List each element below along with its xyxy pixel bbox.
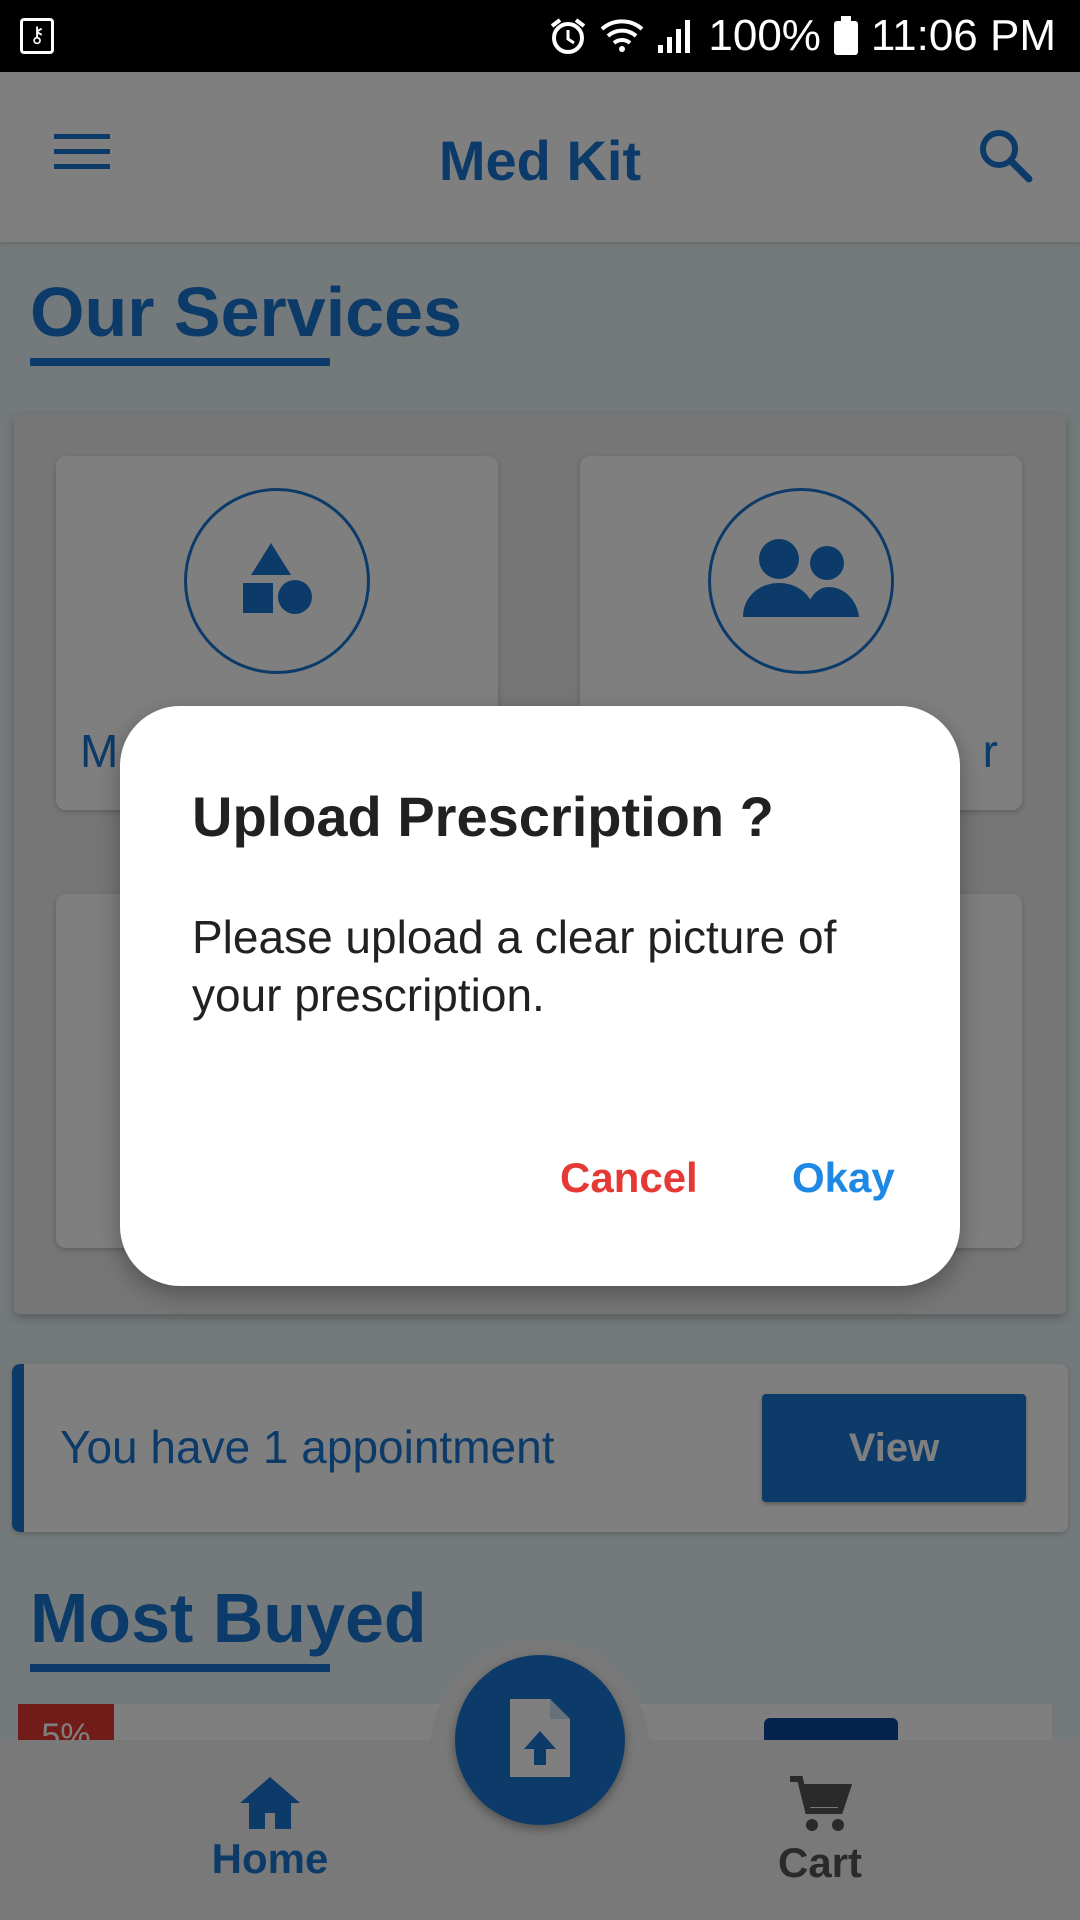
upload-prescription-dialog: Upload Prescription ? Please upload a cl… <box>120 706 960 1286</box>
wifi-icon <box>600 17 644 55</box>
status-time: 11:06 PM <box>870 11 1056 60</box>
battery-icon <box>833 16 859 56</box>
cancel-button[interactable]: Cancel <box>560 1154 698 1202</box>
dialog-message: Please upload a clear picture of your pr… <box>192 911 837 1021</box>
okay-button[interactable]: Okay <box>792 1154 895 1202</box>
status-right-group: 100% 11:06 PM <box>548 10 1056 62</box>
alarm-icon <box>548 16 588 56</box>
dialog-title: Upload Prescription ? <box>192 785 774 848</box>
key-icon: ⚷ <box>20 18 54 54</box>
status-bar: ⚷ 100% 11:06 PM <box>0 0 1080 72</box>
signal-icon <box>656 17 696 55</box>
battery-percent: 100% <box>708 11 821 60</box>
